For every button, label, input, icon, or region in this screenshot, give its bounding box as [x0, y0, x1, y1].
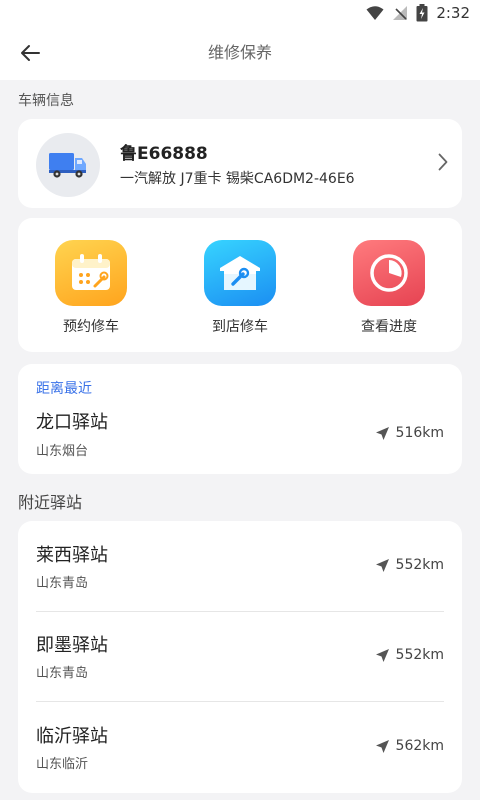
status-bar: 2:32 — [0, 0, 480, 26]
view-progress-label: 查看进度 — [361, 319, 417, 335]
view-progress-button[interactable]: 查看进度 — [334, 240, 444, 336]
distance-value: 516km — [395, 425, 444, 441]
nearby-section-label: 附近驿站 — [18, 493, 83, 512]
station-list-item[interactable]: 莱西驿站 山东青岛 552km — [18, 521, 462, 611]
station-distance: 516km — [375, 425, 444, 441]
navigation-arrow-icon — [375, 739, 389, 753]
station-name: 莱西驿站 — [36, 545, 108, 566]
navigation-arrow-icon — [375, 558, 389, 572]
distance-value: 552km — [395, 647, 444, 663]
truck-avatar — [36, 133, 100, 197]
vehicle-card[interactable]: 鲁E66888 一汽解放 J7重卡 锡柴CA6DM2-46E6 — [18, 119, 462, 208]
service-actions-card: 预约修车 到店修车 查看进度 — [18, 218, 462, 352]
station-list-item[interactable]: 临沂驿站 山东临沂 562km — [18, 702, 462, 792]
station-distance: 562km — [375, 738, 444, 754]
nearest-station-card[interactable]: 距离最近 龙口驿站 山东烟台 516km — [18, 364, 462, 474]
vehicle-section-label: 车辆信息 — [18, 93, 74, 109]
station-region: 山东临沂 — [36, 757, 89, 772]
navigation-arrow-icon — [375, 426, 389, 440]
truck-icon — [49, 153, 86, 178]
station-name: 龙口驿站 — [36, 412, 108, 433]
station-name: 即墨驿站 — [36, 635, 108, 656]
no-signal-icon — [393, 6, 408, 20]
wifi-icon — [366, 6, 384, 20]
station-name: 临沂驿站 — [36, 726, 108, 747]
station-region: 山东青岛 — [36, 576, 89, 591]
page-title: 维修保养 — [207, 43, 272, 62]
nearby-stations-card: 莱西驿站 山东青岛 552km 即墨驿站 山东青岛 552km 临沂驿站 山东临… — [18, 521, 462, 793]
nearest-tag: 距离最近 — [36, 381, 92, 397]
app-bar: 维修保养 — [0, 26, 480, 80]
garage-wrench-icon — [204, 240, 276, 306]
visit-store-repair-label: 到店修车 — [212, 319, 268, 335]
calendar-wrench-icon — [55, 240, 127, 306]
status-time: 2:32 — [436, 4, 470, 22]
progress-pie-icon — [353, 240, 425, 306]
vehicle-model: 一汽解放 J7重卡 锡柴CA6DM2-46E6 — [120, 171, 355, 187]
distance-value: 562km — [395, 738, 444, 754]
navigation-arrow-icon — [375, 648, 389, 662]
station-distance: 552km — [375, 557, 444, 573]
book-repair-label: 预约修车 — [63, 319, 119, 335]
visit-store-repair-button[interactable]: 到店修车 — [185, 240, 295, 336]
book-repair-button[interactable]: 预约修车 — [36, 240, 146, 336]
chevron-right-icon — [438, 153, 448, 171]
station-region: 山东烟台 — [36, 444, 89, 459]
vehicle-plate: 鲁E66888 — [120, 144, 208, 164]
distance-value: 552km — [395, 557, 444, 573]
station-list-item[interactable]: 即墨驿站 山东青岛 552km — [18, 612, 462, 702]
station-region: 山东青岛 — [36, 666, 89, 681]
station-distance: 552km — [375, 647, 444, 663]
status-icons: 2:32 — [366, 3, 470, 23]
battery-icon — [416, 4, 428, 22]
